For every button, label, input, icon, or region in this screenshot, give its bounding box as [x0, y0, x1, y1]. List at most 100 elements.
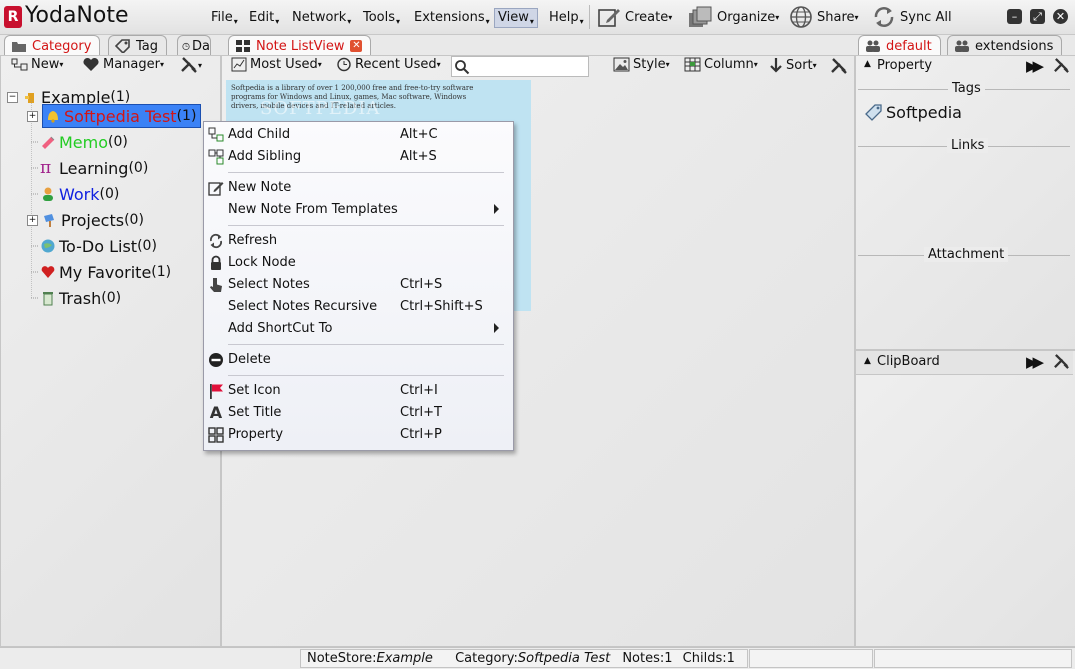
- style-button[interactable]: Style ▾: [613, 57, 670, 72]
- most-used-button[interactable]: Most Used ▾: [231, 57, 322, 72]
- menu-lock-node[interactable]: Lock Node: [203, 252, 512, 274]
- tree-node-label: Projects: [61, 210, 125, 230]
- style-label: Style: [633, 57, 666, 72]
- sort-arrow-icon: [770, 58, 782, 73]
- tag-icon: [865, 104, 882, 121]
- collapse-property-icon[interactable]: ▲: [864, 59, 871, 69]
- property-panel: [855, 55, 1075, 350]
- menu-add-shortcut-to[interactable]: Add ShortCut To: [203, 318, 512, 340]
- menu-add-sibling[interactable]: Add Sibling Alt+S: [203, 146, 512, 168]
- tree-node-count: (1): [151, 264, 172, 280]
- menu-view[interactable]: View▾: [494, 8, 538, 28]
- tree-node-count: (0): [128, 160, 149, 176]
- menu-separator: [228, 375, 504, 376]
- tree-node-learning[interactable]: π Learning (0): [40, 156, 148, 180]
- column-button[interactable]: Column ▾: [684, 57, 758, 72]
- tab-date-label: Da: [192, 38, 210, 54]
- image-style-icon: [613, 57, 630, 72]
- property-icon: [208, 427, 224, 443]
- tree-node-my-favorite[interactable]: My Favorite (1): [40, 260, 171, 284]
- tree-node-projects[interactable]: + Projects (0): [27, 208, 144, 232]
- tree-node-count: (1): [176, 108, 197, 124]
- app-title: YodaNote: [25, 3, 129, 28]
- menu-delete[interactable]: Delete: [203, 349, 512, 371]
- menu-item-label: Add Sibling: [228, 149, 302, 164]
- clipboard-settings-button[interactable]: [1053, 353, 1070, 374]
- tree-node-label: My Favorite: [59, 262, 152, 282]
- new-label: New: [31, 57, 60, 72]
- tree-node-count: (0): [137, 238, 157, 254]
- menu-set-icon[interactable]: Set Icon Ctrl+I: [203, 380, 512, 402]
- menu-extensions[interactable]: Extensions▾: [411, 9, 493, 27]
- create-button[interactable]: Create ▾: [597, 6, 672, 28]
- expand-clipboard-icon[interactable]: ▶▶: [1026, 353, 1044, 371]
- menu-select-notes-recursive[interactable]: Select Notes Recursive Ctrl+Shift+S: [203, 296, 512, 318]
- search-box[interactable]: [451, 56, 589, 77]
- organize-button[interactable]: Organize ▾: [687, 6, 779, 28]
- property-settings-button[interactable]: [1053, 57, 1070, 78]
- projects-icon: [44, 214, 54, 227]
- organize-label: Organize: [717, 9, 776, 25]
- menu-network-label: Network: [292, 10, 347, 25]
- share-button[interactable]: Share ▾: [789, 6, 859, 28]
- search-input[interactable]: [470, 58, 584, 75]
- center-settings-button[interactable]: [830, 57, 848, 79]
- menu-select-notes[interactable]: Select Notes Ctrl+S: [203, 274, 512, 296]
- users-icon: [866, 40, 880, 52]
- menu-new-note[interactable]: New Note: [203, 177, 512, 199]
- menu-tools[interactable]: Tools▾: [360, 9, 403, 27]
- tree-node-count: (0): [99, 186, 120, 202]
- minimize-icon[interactable]: –: [1007, 9, 1022, 24]
- tree-lines: [0, 99, 39, 299]
- tree-node-softpedia-test[interactable]: + Softpedia Test (1): [27, 104, 202, 128]
- close-tab-icon[interactable]: ✕: [350, 40, 363, 52]
- trash-icon: [43, 292, 53, 306]
- most-used-icon: [231, 57, 247, 72]
- menu-edit[interactable]: Edit▾: [246, 9, 282, 27]
- tab-tag[interactable]: Tag: [108, 35, 168, 56]
- tab-date[interactable]: Da: [177, 35, 211, 56]
- tree-node-memo[interactable]: Memo (0): [40, 130, 128, 154]
- tag-softpedia[interactable]: Softpedia: [864, 102, 962, 122]
- maximize-icon[interactable]: ⤢: [1030, 9, 1045, 24]
- menu-refresh[interactable]: Refresh: [203, 230, 512, 252]
- menu-file[interactable]: File▾: [208, 9, 241, 27]
- tab-category[interactable]: Category: [4, 35, 101, 56]
- manager-label: Manager: [103, 57, 160, 72]
- menu-help[interactable]: Help▾: [546, 9, 587, 27]
- globe-icon: [790, 6, 812, 28]
- menu-network[interactable]: Network▾: [289, 9, 354, 27]
- tree-node-trash[interactable]: Trash (0): [40, 286, 121, 310]
- recent-used-button[interactable]: Recent Used ▾: [336, 57, 441, 72]
- notestore-value: Example: [376, 651, 433, 666]
- menu-add-child[interactable]: Add Child Alt+C: [203, 124, 512, 146]
- menu-item-shortcut: Ctrl+S: [400, 277, 443, 292]
- notestore-label: NoteStore:: [307, 651, 377, 666]
- sync-all-button[interactable]: Sync All: [872, 6, 952, 28]
- menu-property[interactable]: Property Ctrl+P: [203, 424, 512, 446]
- new-button[interactable]: New ▾: [11, 57, 63, 72]
- tab-default[interactable]: default: [858, 35, 941, 56]
- menu-item-label: Add Child: [228, 127, 291, 142]
- collapse-clipboard-icon[interactable]: ▲: [864, 356, 871, 366]
- tab-note-listview[interactable]: Note ListView ✕: [228, 35, 372, 56]
- menu-item-shortcut: Ctrl+P: [400, 427, 442, 442]
- collapse-icon[interactable]: −: [7, 91, 18, 103]
- menu-set-title[interactable]: A Set Title Ctrl+T: [203, 402, 512, 424]
- close-icon[interactable]: ✕: [1053, 9, 1068, 24]
- notes-count: Notes:1: [622, 651, 673, 666]
- tree-node-work[interactable]: Work (0): [40, 182, 119, 206]
- expand-icon[interactable]: +: [27, 110, 38, 122]
- heart-icon: [83, 57, 99, 71]
- note-card-watermark: SOFTPEDIA: [260, 98, 381, 119]
- tab-extensions[interactable]: extendsions: [947, 35, 1063, 56]
- tab-category-label: Category: [32, 38, 92, 54]
- menu-new-note-from-templates[interactable]: New Note From Templates: [203, 199, 512, 221]
- tree-node-todo-list[interactable]: To-Do List (0): [40, 234, 157, 258]
- wrench-icon: [1054, 354, 1069, 369]
- manager-button[interactable]: Manager ▾: [82, 57, 164, 72]
- expand-icon[interactable]: +: [27, 214, 38, 226]
- expand-panel-icon[interactable]: ▶▶: [1026, 57, 1044, 75]
- sort-button[interactable]: Sort ▾: [769, 57, 817, 73]
- tools-dropdown[interactable]: ▾: [180, 56, 202, 74]
